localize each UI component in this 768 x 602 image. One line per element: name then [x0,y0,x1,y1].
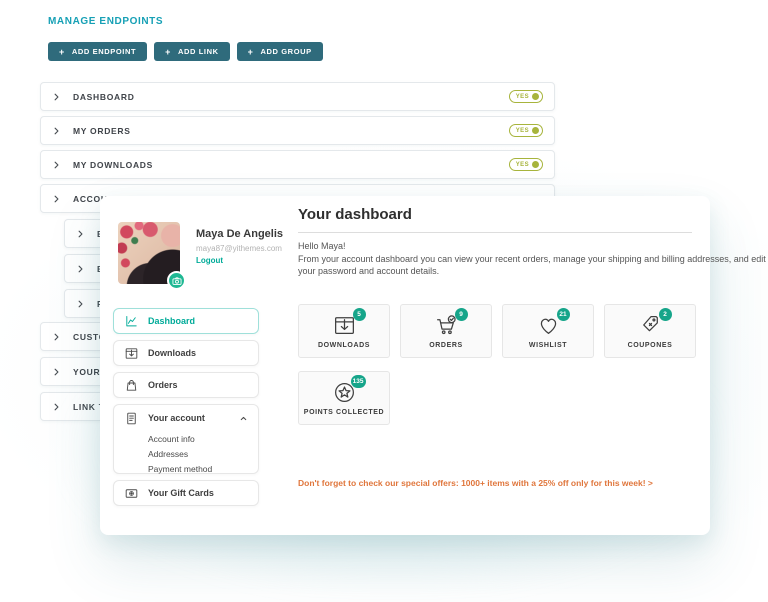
endpoint-row-my-downloads[interactable]: MY DOWNLOADS YES [40,150,555,179]
menu-item-dashboard[interactable]: Dashboard [113,308,259,334]
divider [298,232,692,233]
card-orders[interactable]: 9 ORDERS [400,304,492,358]
endpoint-toggle[interactable]: YES [509,158,543,171]
chevron-right-icon [52,367,62,377]
card-label: ORDERS [429,342,463,349]
profile-email: maya87@yithemes.com [196,244,282,253]
count-badge: 5 [353,308,366,321]
chevron-right-icon [52,402,62,412]
menu-item-label: Dashboard [148,316,195,326]
toggle-label: YES [516,128,529,134]
toggle-label: YES [516,94,529,100]
greeting-text: Hello Maya! [298,241,346,251]
card-downloads[interactable]: 5 DOWNLOADS [298,304,390,358]
plus-icon: + [59,47,65,57]
page-title: MANAGE ENDPOINTS [48,16,163,27]
menu-item-your-gift-cards[interactable]: Your Gift Cards [113,480,259,506]
screen: MANAGE ENDPOINTS + ADD ENDPOINT + ADD LI… [0,0,768,602]
plus-icon: + [165,47,171,57]
toggle-dot-icon [532,93,539,100]
chevron-right-icon [52,126,62,136]
download-box-icon [124,346,139,361]
menu-group-your-account: Your account Account info Addresses Paym… [113,404,259,474]
dashboard-chart-icon [124,314,139,329]
add-endpoint-button[interactable]: + ADD ENDPOINT [48,42,147,61]
toggle-dot-icon [532,127,539,134]
card-coupones[interactable]: 2 COUPONES [604,304,696,358]
add-group-label: ADD GROUP [261,47,312,56]
chevron-up-icon [239,414,248,423]
menu-item-label: Downloads [148,348,196,358]
toolbar: + ADD ENDPOINT + ADD LINK + ADD GROUP [48,42,323,61]
submenu-item-payment-method[interactable]: Payment method [114,461,258,476]
dashboard-preview-modal: Maya De Angelis maya87@yithemes.com Logo… [100,196,710,535]
count-badge: 2 [659,308,672,321]
add-link-button[interactable]: + ADD LINK [154,42,230,61]
chevron-right-icon [76,229,86,239]
camera-icon[interactable] [167,271,186,290]
menu-item-your-account[interactable]: Your account [114,405,258,431]
count-badge: 21 [557,308,570,321]
modal-heading: Your dashboard [298,206,412,223]
count-badge: 135 [351,375,366,388]
special-offers-link[interactable]: Don't forget to check our special offers… [298,478,718,488]
endpoint-row-label: MY ORDERS [73,126,131,136]
menu-item-label: Your account [148,413,205,423]
chevron-right-icon [52,92,62,102]
endpoint-toggle[interactable]: YES [509,124,543,137]
profile-name: Maya De Angelis [196,228,283,240]
add-link-label: ADD LINK [178,47,219,56]
menu-item-label: Your Gift Cards [148,488,214,498]
account-submenu: Account info Addresses Payment method [114,431,258,476]
chevron-right-icon [76,299,86,309]
endpoint-row-label: MY DOWNLOADS [73,160,153,170]
endpoint-row-my-orders[interactable]: MY ORDERS YES [40,116,555,145]
count-badge: 9 [455,308,468,321]
endpoint-row-dashboard[interactable]: DASHBOARD YES [40,82,555,111]
avatar [118,222,180,284]
card-label: WISHLIST [529,342,567,349]
chevron-right-icon [52,332,62,342]
chevron-right-icon [76,264,86,274]
add-endpoint-label: ADD ENDPOINT [72,47,136,56]
menu-item-downloads[interactable]: Downloads [113,340,259,366]
add-group-button[interactable]: + ADD GROUP [237,42,323,61]
submenu-item-addresses[interactable]: Addresses [114,446,258,461]
submenu-item-account-info[interactable]: Account info [114,431,258,446]
account-document-icon [124,411,139,426]
shopping-bag-icon [124,378,139,393]
menu-item-label: Orders [148,380,178,390]
card-wishlist[interactable]: 21 WISHLIST [502,304,594,358]
card-points-collected[interactable]: 135 POINTS COLLECTED [298,371,390,425]
gift-card-icon [124,486,139,501]
toggle-dot-icon [532,161,539,168]
card-label: COUPONES [628,342,673,349]
card-label: POINTS COLLECTED [304,409,384,416]
endpoint-toggle[interactable]: YES [509,90,543,103]
endpoint-row-label: DASHBOARD [73,92,135,102]
chevron-right-icon [52,194,62,204]
card-label: DOWNLOADS [318,342,370,349]
plus-icon: + [248,47,254,57]
menu-item-orders[interactable]: Orders [113,372,259,398]
logout-link[interactable]: Logout [196,256,223,265]
chevron-right-icon [52,160,62,170]
toggle-label: YES [516,162,529,168]
description-text: From your account dashboard you can view… [298,253,768,277]
